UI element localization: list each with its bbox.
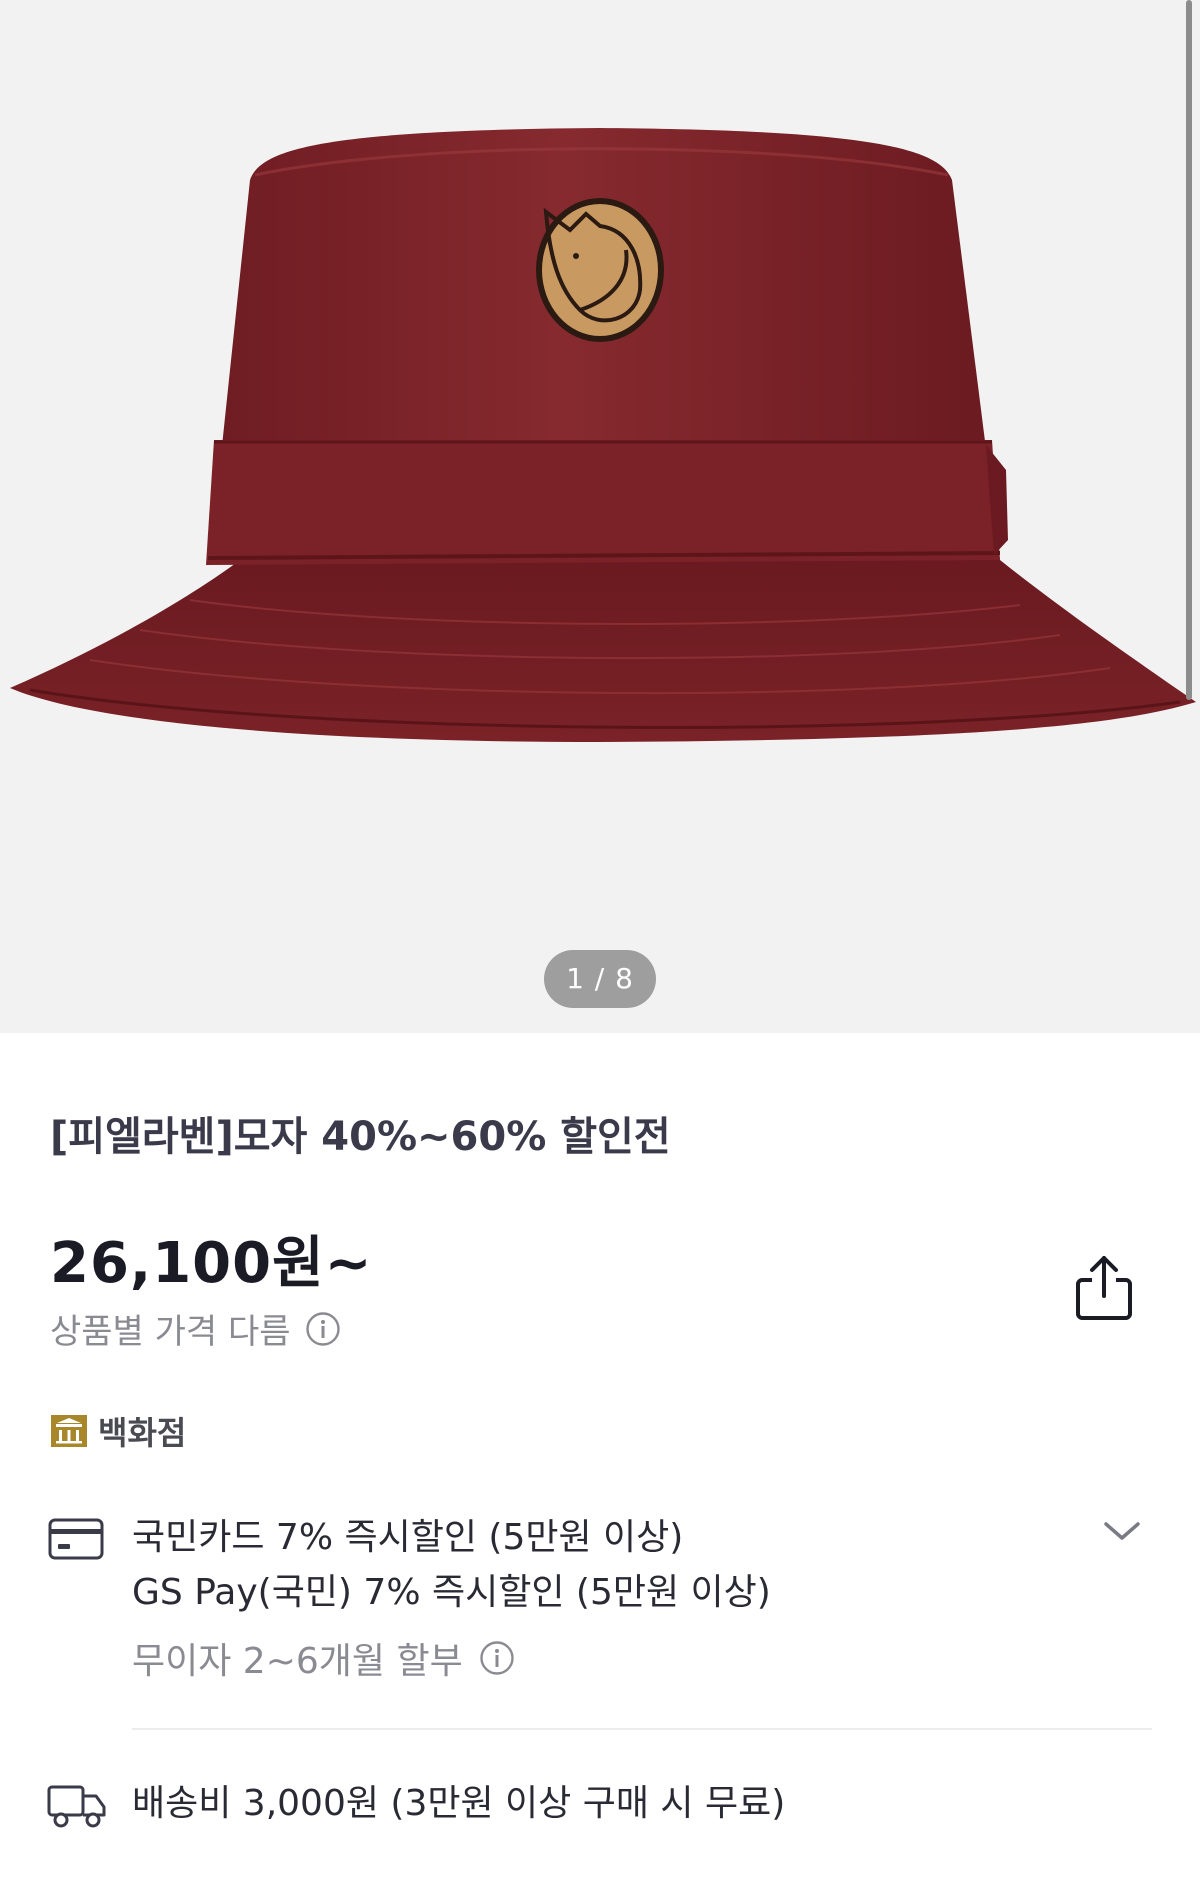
section-divider [132,1728,1152,1730]
department-store-icon [51,1415,87,1447]
gallery-scrollbar[interactable] [1186,0,1192,700]
shipping-fee-text: 배송비 3,000원 (3만원 이상 구매 시 무료) [132,1783,786,1824]
price-note: 상품별 가격 다름 [50,1304,341,1353]
installment-note: 무이자 2~6개월 할부 [132,1632,515,1684]
fox-logo-badge [536,198,664,342]
image-counter-badge: 1 / 8 [544,950,656,1008]
installment-text: 무이자 2~6개월 할부 [132,1641,463,1682]
info-icon[interactable] [479,1640,515,1676]
credit-card-icon [48,1518,104,1560]
price-note-text: 상품별 가격 다름 [50,1312,291,1352]
card-discount-line-1: 국민카드 7% 즉시할인 (5만원 이상) [132,1517,684,1558]
product-price: 26,100원~ [50,1231,373,1296]
product-title: [피엘라벤]모자 40%~60% 할인전 [50,1114,671,1160]
delivery-truck-icon [47,1785,106,1828]
store-label: 백화점 [98,1414,187,1452]
store-tag: 백화점 [50,1408,186,1454]
product-image-gallery[interactable]: 1 / 8 [0,0,1200,1033]
card-discount-line-2: GS Pay(국민) 7% 즉시할인 (5만원 이상) [132,1572,771,1613]
chevron-down-icon[interactable] [1102,1516,1142,1546]
info-icon[interactable] [305,1311,341,1347]
bucket-hat-image [10,128,1196,742]
share-icon[interactable] [1074,1252,1134,1322]
